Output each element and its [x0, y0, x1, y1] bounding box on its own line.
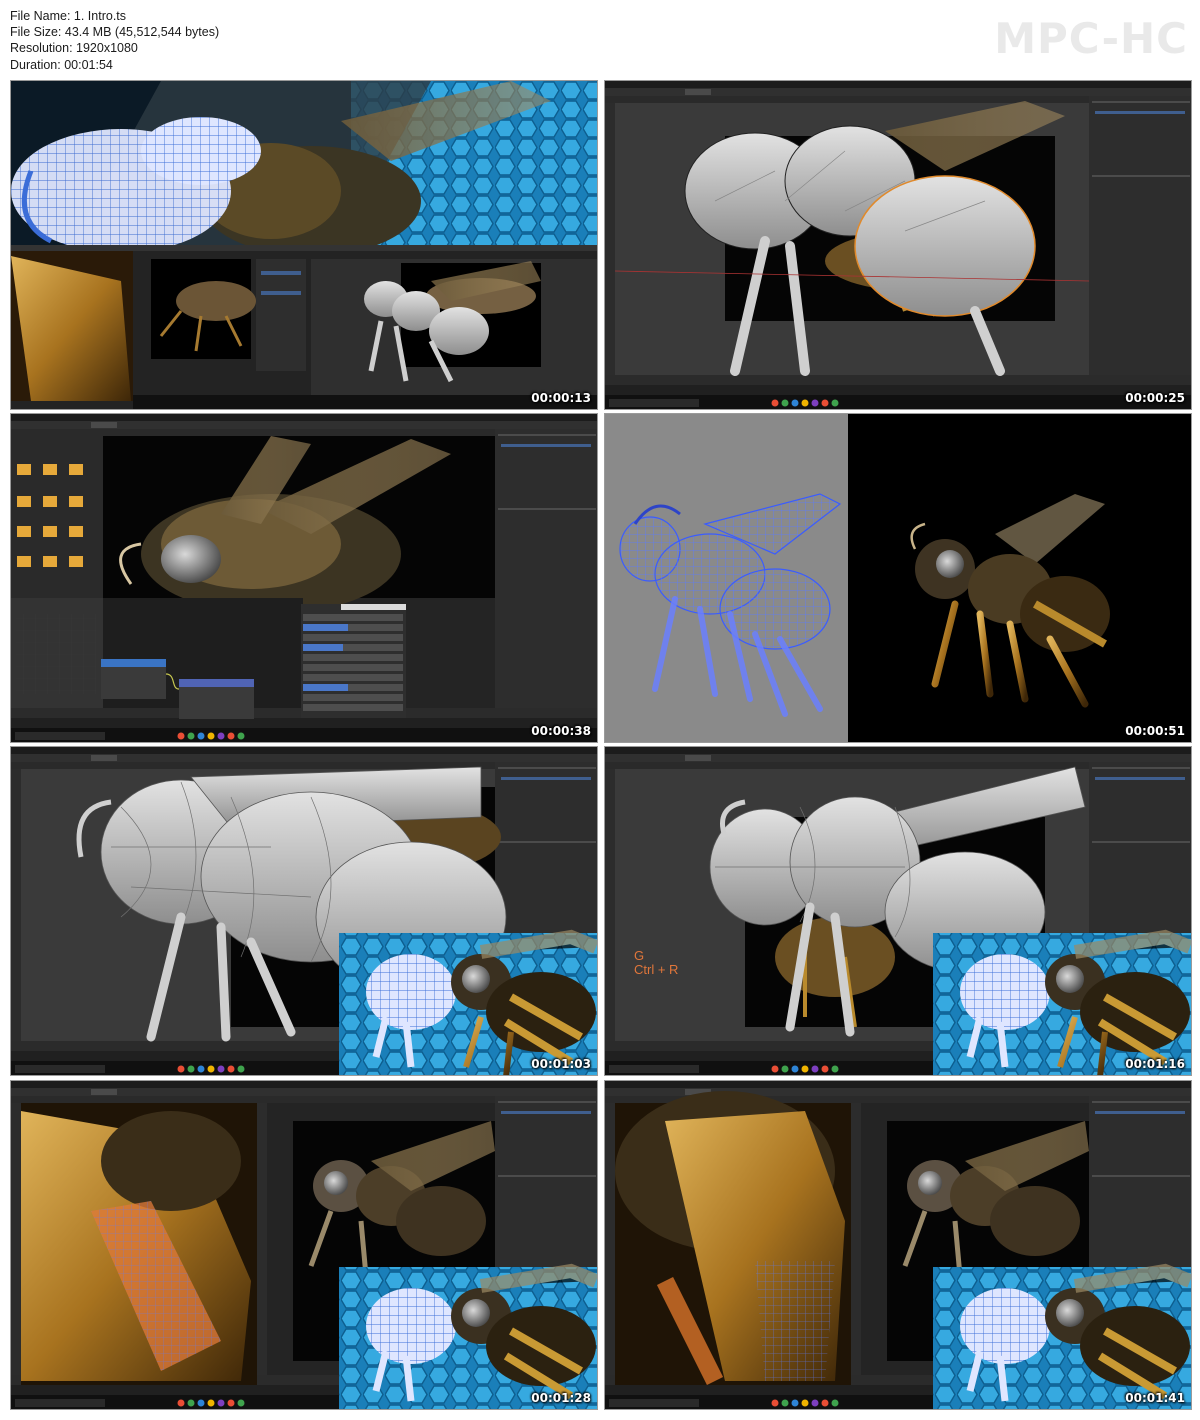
timestamp: 00:01:16 — [1125, 1057, 1185, 1071]
thumbnail-7[interactable]: 00:01:28 — [10, 1080, 598, 1410]
thumbnail-5[interactable]: 00:01:03 — [10, 746, 598, 1076]
duration-line: Duration: 00:01:54 — [10, 57, 113, 72]
thumbnail-3[interactable]: 00:00:38 — [10, 413, 598, 743]
thumbnail-6-image — [605, 747, 1191, 1075]
file-name-line: File Name: 1. Intro.ts — [10, 9, 127, 23]
thumbnail-4-image — [605, 414, 1191, 742]
timestamp: 00:00:51 — [1125, 724, 1185, 738]
hint-line-g: G — [634, 948, 645, 963]
timestamp: 00:01:41 — [1125, 1391, 1185, 1405]
resolution-line: Resolution: 1920x1080 — [10, 41, 138, 56]
timestamp: 00:00:25 — [1125, 391, 1185, 405]
file-size-line: File Size: 43.4 MB (45,512,544 bytes) — [10, 25, 220, 40]
thumbnail-2[interactable]: 00:00:25 — [604, 80, 1192, 410]
timestamp: 00:01:28 — [531, 1391, 591, 1405]
thumbnail-4[interactable]: 00:00:51 — [604, 413, 1192, 743]
thumbnail-2-image — [605, 81, 1191, 409]
file-info: File Name: 1. Intro.ts File Size: 43.4 M… — [10, 8, 219, 73]
keyboard-hint: G Ctrl + R — [634, 949, 678, 977]
timestamp: 00:00:38 — [531, 724, 591, 738]
thumbnail-8-image — [605, 1081, 1191, 1409]
thumbnail-6[interactable]: G Ctrl + R 00:01:16 — [604, 746, 1192, 1076]
thumbnail-1-image — [11, 81, 597, 409]
timestamp: 00:00:13 — [531, 391, 591, 405]
thumbnail-1[interactable]: 00:00:13 — [10, 80, 598, 410]
thumbnail-3-image — [11, 414, 597, 742]
hint-line-ctrl-r: Ctrl + R — [634, 962, 679, 977]
thumbnail-5-image — [11, 747, 597, 1075]
timestamp: 00:01:03 — [531, 1057, 591, 1071]
thumbnail-8[interactable]: 00:01:41 — [604, 1080, 1192, 1410]
mpc-hc-logo: MPC-HC — [994, 14, 1188, 63]
thumbnail-7-image — [11, 1081, 597, 1409]
